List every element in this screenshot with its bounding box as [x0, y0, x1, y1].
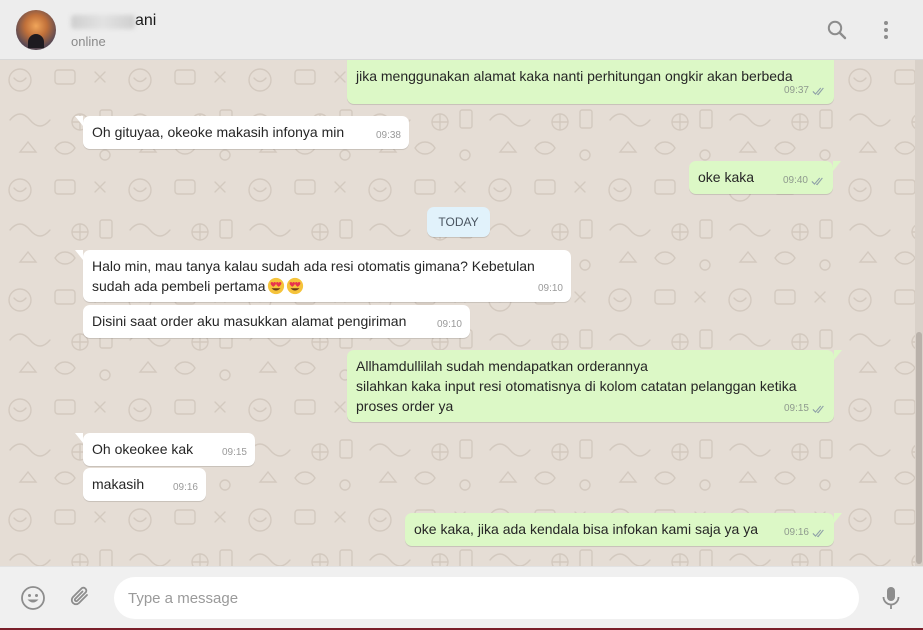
message-incoming[interactable]: makasih 09:16 [83, 468, 206, 501]
message-incoming[interactable]: Disini saat order aku masukkan alamat pe… [83, 305, 470, 338]
message-incoming[interactable]: Oh gituyaa, okeoke makasih infonya min 0… [75, 116, 409, 149]
message-input[interactable] [114, 577, 859, 619]
message-meta: 09:16 [173, 478, 198, 498]
double-check-icon [811, 177, 823, 186]
message-meta: 09:38 [376, 126, 401, 146]
message-text: Allhamdullilah sudah mendapatkan orderan… [356, 358, 797, 414]
chat-area[interactable]: jika menggunakan alamat kaka nanti perhi… [0, 60, 923, 566]
heart-eyes-emoji-icon [286, 277, 303, 295]
message-outgoing[interactable]: jika menggunakan alamat kaka nanti perhi… [347, 60, 834, 104]
message-time: 09:38 [375, 130, 401, 141]
message-text: oke kaka, jika ada kendala bisa infokan … [414, 521, 758, 537]
message-time: 09:15 [221, 447, 247, 458]
message-meta: 09:37 [784, 81, 826, 101]
message-meta: 09:40 [783, 171, 825, 191]
message-time: 09:16 [783, 527, 809, 538]
message-outgoing[interactable]: oke kaka 09:40 [689, 161, 841, 194]
message-meta: 09:10 [538, 279, 563, 299]
message-time: 09:10 [436, 319, 462, 330]
contact-avatar[interactable] [16, 10, 56, 50]
message-meta: 09:16 [784, 523, 826, 543]
message-text-content: Halo min, mau tanya kalau sudah ada resi… [92, 258, 535, 294]
scrollbar-thumb[interactable] [916, 332, 922, 564]
message-time: 09:15 [783, 403, 809, 414]
message-meta: 09:15 [222, 443, 247, 463]
search-icon[interactable] [825, 18, 849, 42]
message-text: Halo min, mau tanya kalau sudah ada resi… [92, 256, 562, 296]
redacted-name-blur [71, 15, 135, 29]
contact-name-row[interactable]: ani [71, 12, 156, 32]
message-text: jika menggunakan alamat kaka nanti perhi… [356, 68, 793, 84]
message-outgoing[interactable]: oke kaka, jika ada kendala bisa infokan … [405, 513, 842, 546]
double-check-icon [812, 529, 824, 538]
message-meta: 09:10 [437, 315, 462, 335]
attach-icon[interactable] [68, 584, 94, 610]
contact-status: online [71, 34, 106, 49]
chat-header: ani online [0, 0, 923, 60]
message-text: Oh gituyaa, okeoke makasih infonya min [92, 124, 345, 140]
message-composer [0, 566, 923, 628]
chat-scrollbar[interactable] [915, 60, 923, 566]
message-time: 09:10 [537, 283, 563, 294]
message-outgoing[interactable]: Allhamdullilah sudah mendapatkan orderan… [347, 350, 842, 422]
mic-icon[interactable] [878, 584, 904, 612]
emoji-icon[interactable] [20, 585, 46, 611]
contact-name: ani [135, 12, 157, 29]
double-check-icon [812, 405, 824, 414]
message-incoming[interactable]: Halo min, mau tanya kalau sudah ada resi… [75, 250, 571, 302]
date-separator: TODAY [427, 207, 490, 237]
message-incoming[interactable]: Oh okeokee kak 09:15 [75, 433, 255, 466]
message-time: 09:37 [783, 85, 809, 96]
message-time: 09:40 [782, 175, 808, 186]
double-check-icon [812, 87, 824, 96]
message-time: 09:16 [172, 482, 198, 493]
heart-eyes-emoji-icon [267, 277, 284, 295]
message-meta: 09:15 [784, 399, 826, 419]
message-text: Disini saat order aku masukkan alamat pe… [92, 313, 407, 329]
menu-icon[interactable] [874, 18, 898, 42]
